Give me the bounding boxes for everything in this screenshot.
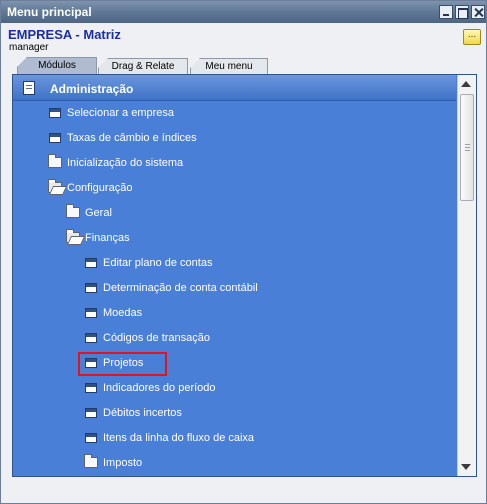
menu-item-label: Taxas de câmbio e índices — [67, 132, 197, 144]
folder-icon — [48, 154, 62, 168]
menu-item-label: Moedas — [103, 307, 143, 319]
close-icon[interactable] — [471, 5, 485, 19]
form-icon — [85, 258, 97, 268]
menu-item-label: Inicialização do sistema — [67, 157, 184, 169]
form-icon — [49, 108, 61, 118]
tab-modulos[interactable]: Módulos — [17, 57, 97, 75]
folder-open-icon — [66, 229, 80, 243]
folder-icon — [66, 204, 80, 218]
maximize-icon[interactable] — [455, 5, 469, 19]
scroll-down-icon[interactable] — [461, 464, 471, 470]
module-tabs: Módulos Drag & Relate Meu menu — [1, 56, 486, 75]
scroll-up-icon[interactable] — [461, 81, 471, 87]
vertical-scrollbar[interactable] — [457, 75, 476, 476]
menu-item-label: Selecionar a empresa — [67, 107, 175, 119]
menu-item-label: Débitos incertos — [103, 407, 182, 419]
form-icon — [49, 133, 61, 143]
highlight-box — [78, 352, 167, 376]
module-header-label: Administração — [50, 82, 134, 96]
menu-item-label: Finanças — [85, 232, 130, 244]
modules-panel: Administração Selecionar a empresa Taxas… — [12, 74, 477, 477]
menu-item-label: Editar plano de contas — [103, 257, 213, 269]
main-menu-window: Menu principal EMPRESA - Matriz manager … — [0, 0, 487, 504]
scroll-thumb[interactable] — [460, 94, 474, 201]
grip-icon — [465, 144, 470, 152]
tab-meu-menu[interactable]: Meu menu — [190, 58, 268, 75]
form-icon — [85, 283, 97, 293]
menu-item-label: Itens da linha do fluxo de caixa — [103, 432, 255, 444]
form-icon — [85, 308, 97, 318]
menu-item-label: Determinação de conta contábil — [103, 282, 258, 294]
user-name: manager — [9, 42, 49, 53]
documents-icon — [20, 79, 35, 95]
company-name: EMPRESA - Matriz — [8, 27, 121, 42]
window-title: Menu principal — [7, 5, 92, 19]
minimize-icon[interactable] — [439, 5, 453, 19]
notes-button[interactable]: ... — [463, 29, 481, 45]
tab-drag-relate[interactable]: Drag & Relate — [98, 58, 188, 75]
menu-item-label: Indicadores do período — [103, 382, 216, 394]
menu-item-label: Imposto — [103, 457, 143, 469]
folder-open-icon — [48, 179, 62, 193]
form-icon — [85, 433, 97, 443]
form-icon — [85, 333, 97, 343]
title-bar[interactable]: Menu principal — [1, 1, 486, 23]
form-icon — [85, 383, 97, 393]
menu-item-label: Geral — [85, 207, 112, 219]
menu-item-label: Códigos de transação — [103, 332, 211, 344]
menu-item-label: Configuração — [67, 182, 133, 194]
form-icon — [85, 408, 97, 418]
module-header-administracao[interactable]: Administração — [13, 75, 456, 101]
folder-icon — [84, 454, 98, 468]
